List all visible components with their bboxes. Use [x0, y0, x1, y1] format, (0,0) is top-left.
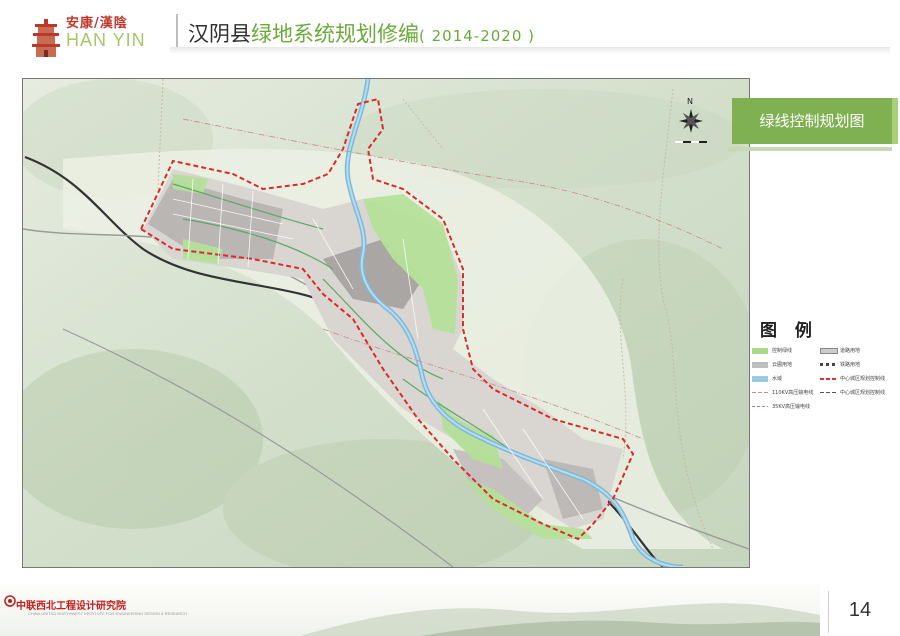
- title-main: 绿地系统规划修编: [251, 22, 419, 46]
- map-canvas: [23, 79, 749, 567]
- legend-swatch: [752, 348, 768, 354]
- legend-swatch: [820, 378, 836, 380]
- legend-swatch: [752, 406, 768, 407]
- legend-label: 云圃用地: [772, 362, 793, 368]
- legend-label: 110KV高压输电线: [772, 390, 814, 396]
- legend-swatch: [820, 392, 836, 393]
- legend-label: 铁路用地: [840, 362, 861, 368]
- legend-swatch: [752, 392, 768, 393]
- institute-logo-icon: [4, 595, 16, 607]
- brand-english: HAN YIN: [66, 30, 146, 50]
- banner-shadow: [728, 147, 892, 151]
- legend-label: 控制绿线: [772, 348, 793, 354]
- title-years: ( 2014-2020 ): [419, 27, 536, 45]
- map-title-banner: 绿线控制规划图: [732, 98, 898, 144]
- institute-name: 中联西北工程设计研究院: [16, 601, 126, 612]
- legend-swatch: [820, 348, 838, 354]
- header-divider: [176, 14, 178, 48]
- page-footer: 中联西北工程设计研究院 CHINA UNITED NORTHWEST INSTI…: [0, 583, 900, 636]
- legend-label: 水域: [772, 376, 783, 382]
- legend-swatch: [820, 363, 836, 366]
- north-arrow-icon: N: [675, 97, 707, 143]
- north-label: N: [687, 97, 693, 106]
- brand-chinese: 安康/漢陰: [66, 16, 128, 31]
- legend-swatch: [752, 376, 768, 382]
- legend-label: 中心城区规划控制线: [840, 390, 886, 396]
- planning-map[interactable]: N: [22, 78, 750, 568]
- page-number: 14: [848, 599, 872, 621]
- legend-swatch: [752, 362, 768, 368]
- legend-label: 35KV高压输电线: [772, 404, 811, 410]
- title-prefix: 汉阴县: [188, 22, 251, 46]
- legend-label: 中心城区规划控制线: [840, 376, 886, 382]
- brand-logo: 安康/漢陰 HAN YIN: [14, 10, 174, 57]
- pagoda-icon: [32, 19, 60, 57]
- page-title: 汉阴县绿地系统规划修编( 2014-2020 ): [188, 18, 535, 48]
- legend-label: 道路用地: [840, 348, 861, 354]
- institute-name-english: CHINA UNITED NORTHWEST INSTITUTE FOR ENG…: [28, 611, 187, 616]
- map-title: 绿线控制规划图: [759, 112, 865, 130]
- page-number-box: 14: [828, 591, 891, 633]
- page-header: 安康/漢陰 HAN YIN 汉阴县绿地系统规划修编( 2014-2020 ): [0, 0, 900, 62]
- legend-title: 图 例: [760, 321, 818, 341]
